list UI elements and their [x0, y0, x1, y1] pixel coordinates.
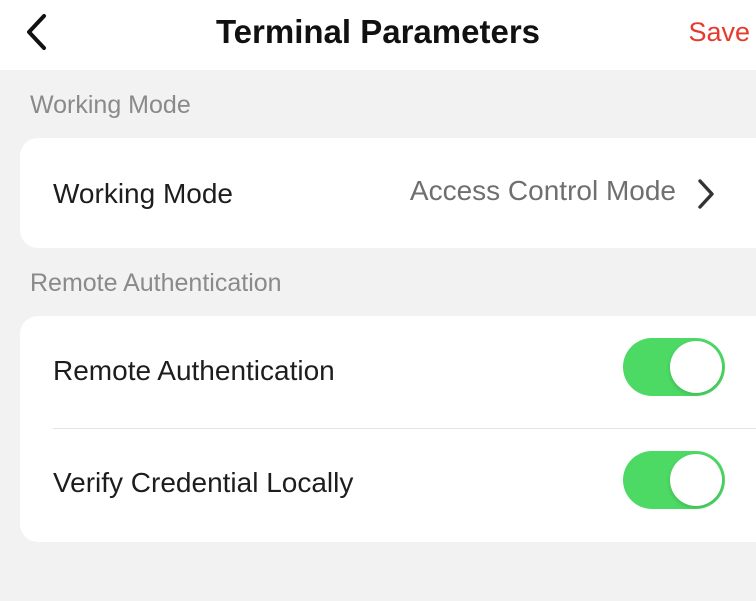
- chevron-right-icon: [696, 177, 716, 211]
- remote-authentication-label: Remote Authentication: [53, 355, 335, 386]
- verify-credential-locally-row: Verify Credential Locally: [20, 429, 756, 542]
- remote-authentication-row: Remote Authentication: [20, 316, 756, 428]
- chevron-left-icon: [24, 12, 48, 52]
- verify-credential-locally-toggle[interactable]: [623, 451, 725, 509]
- working-mode-value: Access Control Mode: [409, 175, 676, 206]
- verify-credential-locally-label: Verify Credential Locally: [53, 467, 354, 498]
- working-mode-row[interactable]: Working Mode Access Control Mode: [20, 138, 756, 248]
- section-header-remote-authentication: Remote Authentication: [30, 269, 282, 297]
- remote-authentication-toggle[interactable]: [623, 338, 725, 396]
- toggle-knob: [670, 454, 722, 506]
- remote-authentication-card: Remote Authentication Verify Credential …: [20, 316, 756, 542]
- save-button[interactable]: Save: [688, 12, 750, 52]
- working-mode-card: Working Mode Access Control Mode: [20, 138, 756, 248]
- nav-bar: Terminal Parameters Save: [0, 0, 756, 70]
- working-mode-label: Working Mode: [53, 178, 234, 209]
- back-button[interactable]: [24, 10, 74, 54]
- section-header-working-mode: Working Mode: [30, 91, 191, 119]
- page-title: Terminal Parameters: [215, 13, 541, 50]
- toggle-knob: [670, 341, 722, 393]
